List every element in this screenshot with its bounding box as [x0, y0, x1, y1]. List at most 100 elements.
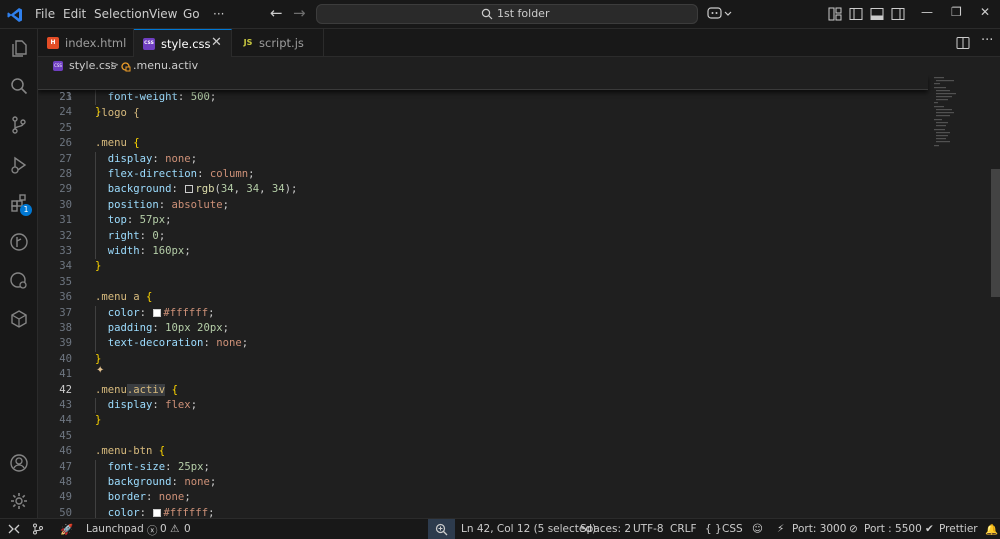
- vscode-logo-icon[interactable]: [6, 6, 24, 24]
- color-swatch[interactable]: [185, 185, 194, 194]
- line-number: 27: [59, 152, 72, 165]
- minimap[interactable]: [928, 75, 988, 518]
- prettier-status[interactable]: Prettier: [939, 523, 978, 535]
- code-line[interactable]: 36 .menu a {: [38, 290, 928, 305]
- code-line[interactable]: 26 .menu {: [38, 136, 928, 151]
- run-debug-icon[interactable]: [9, 155, 29, 175]
- warning-icon[interactable]: ⚠: [170, 523, 179, 535]
- code-line[interactable]: 33 width: 160px;: [38, 244, 928, 260]
- launchpad-label[interactable]: Launchpad: [86, 523, 144, 535]
- code-line[interactable]: 48 background: none;: [38, 475, 928, 491]
- toggle-primary-sidebar-icon[interactable]: [849, 7, 863, 21]
- copilot-chat-icon[interactable]: [707, 6, 733, 22]
- toggle-panel-icon[interactable]: [870, 7, 884, 21]
- error-count[interactable]: 0: [160, 523, 167, 535]
- settings-gear-icon[interactable]: [9, 491, 29, 511]
- code-line[interactable]: 46 .menu-btn {: [38, 444, 928, 459]
- code-line[interactable]: 27 display: none;: [38, 151, 928, 167]
- code-line[interactable]: 39 text-decoration: none;: [38, 336, 928, 352]
- accounts-icon[interactable]: [9, 453, 29, 473]
- tab-script-js[interactable]: JS script.js: [232, 29, 324, 57]
- line-number: 43: [59, 399, 72, 411]
- code-line[interactable]: 47 font-size: 25px;: [38, 459, 928, 475]
- breadcrumb: CSS style.css > .menu.activ: [38, 57, 1000, 75]
- line-number: 35: [59, 275, 72, 288]
- split-editor-icon[interactable]: [956, 36, 970, 50]
- errors-icon[interactable]: ⓧ: [147, 523, 158, 538]
- copilot-sparkle-icon[interactable]: ✦: [96, 365, 104, 376]
- back-arrow-icon[interactable]: ←: [270, 4, 283, 22]
- code-line[interactable]: 37 color: #ffffff;: [38, 305, 928, 321]
- color-swatch[interactable]: [153, 308, 162, 317]
- code-editor[interactable]: 23 font-weight: 500; 24} 25 26 .menu {27 dis…: [38, 75, 1000, 518]
- remote-indicator-icon[interactable]: [0, 519, 28, 539]
- editor-scrollbar-thumb[interactable]: [991, 169, 1000, 297]
- code-line[interactable]: 28 flex-direction: column;: [38, 167, 928, 183]
- menu-file[interactable]: File: [35, 7, 55, 21]
- menu-go[interactable]: Go: [183, 7, 200, 21]
- toggle-secondary-sidebar-icon[interactable]: [891, 7, 905, 21]
- restore-icon[interactable]: ❐: [951, 5, 962, 19]
- menu-edit[interactable]: Edit: [63, 7, 86, 21]
- explorer-icon[interactable]: [9, 38, 29, 58]
- line-number: 26: [59, 137, 72, 150]
- line-number: 39: [59, 337, 72, 350]
- code-line[interactable]: 32 right: 0;: [38, 228, 928, 244]
- tab-style-css[interactable]: CSS style.css ✕: [134, 29, 232, 58]
- containers-icon[interactable]: [9, 309, 29, 329]
- code-line[interactable]: 44}: [38, 413, 928, 428]
- code-token: 57px: [139, 214, 166, 227]
- search-activity-icon[interactable]: [9, 76, 29, 96]
- line-ending[interactable]: CRLF: [670, 523, 697, 535]
- line-number: 31: [59, 214, 72, 227]
- code-line[interactable]: 23 font-weight: 500;: [38, 90, 928, 106]
- menu-view[interactable]: View: [149, 7, 177, 21]
- minimize-icon[interactable]: —: [921, 5, 933, 19]
- code-line[interactable]: 42 .menu.activ {: [38, 383, 928, 398]
- encoding[interactable]: UTF-8: [633, 523, 664, 535]
- code-line[interactable]: 45: [38, 429, 928, 444]
- code-line[interactable]: 50 color: #ffffff;: [38, 505, 928, 518]
- source-control-icon[interactable]: [9, 115, 29, 135]
- color-swatch[interactable]: [153, 508, 162, 517]
- forward-arrow-icon[interactable]: →: [293, 4, 306, 22]
- code-line[interactable]: 38 padding: 10px 20px;: [38, 321, 928, 337]
- close-window-icon[interactable]: ✕: [980, 5, 990, 19]
- port-3000[interactable]: Port: 3000: [792, 523, 846, 535]
- copilot-status-icon[interactable]: ☺: [752, 523, 763, 535]
- code-line[interactable]: 35: [38, 275, 928, 290]
- code-line[interactable]: 41: [38, 367, 928, 382]
- sticky-scroll-line[interactable]: 21 .logo {: [38, 75, 928, 119]
- code-line[interactable]: 24}: [38, 105, 928, 120]
- more-actions-icon[interactable]: ···: [981, 33, 993, 48]
- menu-selection[interactable]: Selection: [94, 7, 149, 21]
- tab-label: style.css: [161, 37, 211, 51]
- warning-count[interactable]: 0: [184, 523, 191, 535]
- code-line[interactable]: 34}: [38, 259, 928, 274]
- code-line[interactable]: 30 position: absolute;: [38, 197, 928, 214]
- cursor-position[interactable]: Ln 42, Col 12 (5 selected): [461, 523, 596, 535]
- indentation[interactable]: Spaces: 2: [580, 523, 631, 535]
- code-token: none: [165, 152, 191, 165]
- code-line[interactable]: 31 top: 57px;: [38, 213, 928, 229]
- code-line[interactable]: 40}: [38, 352, 928, 367]
- tab-index-html[interactable]: H index.html: [38, 29, 134, 57]
- git-graph-icon[interactable]: [9, 232, 29, 252]
- code-token: ;: [208, 506, 215, 518]
- code-line[interactable]: 29 background: rgb(34, 34, 34);: [38, 182, 928, 198]
- remote-explorer-icon[interactable]: [9, 271, 29, 291]
- breadcrumb-symbol[interactable]: .menu.activ: [133, 59, 198, 72]
- language-mode[interactable]: CSS: [722, 523, 743, 535]
- notifications-bell-icon[interactable]: 🔔: [985, 523, 998, 536]
- port-5500[interactable]: Port : 5500: [864, 523, 922, 535]
- code-line[interactable]: 43 display: flex;: [38, 398, 928, 414]
- code-line[interactable]: 49 border: none;: [38, 490, 928, 506]
- code-line[interactable]: 25: [38, 121, 928, 136]
- command-center-search[interactable]: 1st folder: [316, 4, 698, 24]
- source-control-status-icon[interactable]: [32, 523, 44, 535]
- menu-more[interactable]: ···: [213, 7, 224, 21]
- customize-layout-icon[interactable]: [828, 7, 842, 21]
- zoom-status-button[interactable]: [428, 519, 455, 539]
- title-bar: File Edit Selection View Go ··· ← → 1st …: [0, 0, 1000, 29]
- close-icon[interactable]: ✕: [211, 35, 222, 50]
